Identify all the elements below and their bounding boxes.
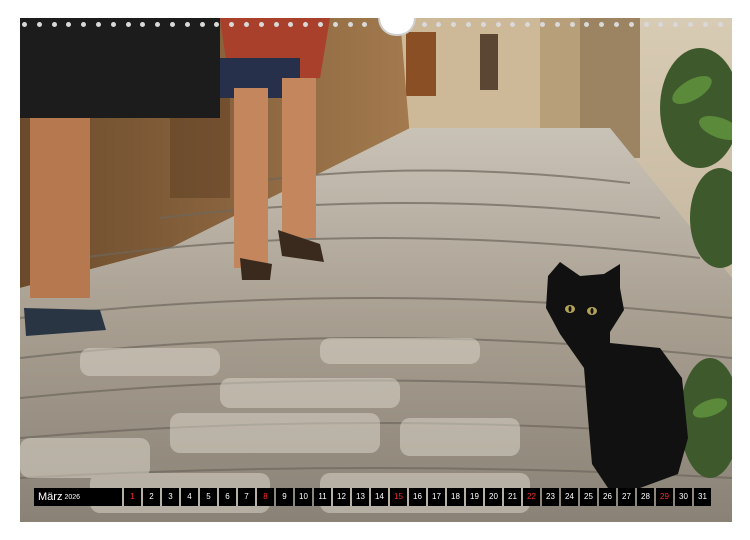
binding-hole <box>702 22 708 27</box>
binding-hole <box>244 22 249 27</box>
binding-hole <box>214 22 220 27</box>
hanger-hook <box>378 18 416 36</box>
month-name: März <box>38 491 63 503</box>
binding-hole <box>525 22 531 27</box>
day-cell: 11 <box>314 488 331 506</box>
binding-hole <box>51 22 57 27</box>
day-cell: 5 <box>200 488 217 506</box>
binding-hole <box>36 22 42 27</box>
binding-hole <box>362 22 368 27</box>
day-cell: 4 <box>181 488 198 506</box>
calendar-bar: März 2026 1 2 3 4 5 6 7 8 9 10 11 12 13 14 15 16 17 18 19 20… <box>34 488 711 506</box>
day-cell: 14 <box>371 488 388 506</box>
day-cell: 24 <box>561 488 578 506</box>
binding-hole <box>140 22 146 27</box>
binding-hole <box>155 22 161 27</box>
day-cell: 9 <box>276 488 293 506</box>
day-cell: 10 <box>295 488 312 506</box>
binding-hole <box>184 22 190 27</box>
binding-hole <box>110 22 116 27</box>
binding-hole <box>303 22 309 27</box>
binding-hole <box>628 22 634 27</box>
binding-hole <box>318 22 323 27</box>
binding-hole <box>614 22 619 27</box>
calendar-page: März 2026 1 2 3 4 5 6 7 8 9 10 11 12 13 14 15 16 17 18 19 20… <box>0 0 750 540</box>
day-cell: 16 <box>409 488 426 506</box>
binding-hole <box>229 22 235 27</box>
binding-hole <box>273 22 279 27</box>
day-cell: 12 <box>333 488 350 506</box>
binding-hole <box>258 22 264 27</box>
binding-hole <box>170 22 175 27</box>
cobblestone-street-photo <box>20 18 732 522</box>
binding-hole <box>584 22 590 27</box>
binding-hole <box>673 22 679 27</box>
binding-hole <box>288 22 294 27</box>
binding-hole <box>569 22 575 27</box>
day-cell: 26 <box>599 488 616 506</box>
day-cell: 20 <box>485 488 502 506</box>
binding-hole <box>495 22 501 27</box>
day-cell: 7 <box>238 488 255 506</box>
day-cell: 25 <box>580 488 597 506</box>
day-cell: 13 <box>352 488 369 506</box>
day-cell: 30 <box>675 488 692 506</box>
binding-hole <box>66 22 72 27</box>
spiral-binding <box>20 18 732 36</box>
binding-hole <box>717 22 723 27</box>
day-cell: 2 <box>143 488 160 506</box>
binding-hole <box>643 22 649 27</box>
binding-hole <box>332 22 338 27</box>
day-cell: 1 <box>124 488 141 506</box>
binding-hole <box>22 22 27 27</box>
binding-hole <box>125 22 131 27</box>
binding-hole <box>199 22 205 27</box>
binding-hole <box>554 22 560 27</box>
day-cell: 21 <box>504 488 521 506</box>
day-cell: 28 <box>637 488 654 506</box>
binding-hole <box>480 22 486 27</box>
year-label: 2026 <box>64 494 81 501</box>
binding-hole <box>466 22 471 27</box>
day-cell: 17 <box>428 488 445 506</box>
binding-hole <box>96 22 101 27</box>
day-cell: 23 <box>542 488 559 506</box>
binding-hole <box>688 22 693 27</box>
binding-hole <box>347 22 353 27</box>
day-cell: 22 <box>523 488 540 506</box>
binding-hole <box>81 22 87 27</box>
day-cell: 19 <box>466 488 483 506</box>
binding-hole <box>658 22 664 27</box>
binding-hole <box>436 22 442 27</box>
binding-hole <box>421 22 427 27</box>
day-cell: 3 <box>162 488 179 506</box>
month-label: März 2026 <box>34 488 122 506</box>
day-cell: 31 <box>694 488 711 506</box>
day-cell: 18 <box>447 488 464 506</box>
day-cell: 15 <box>390 488 407 506</box>
binding-hole <box>451 22 457 27</box>
day-cell: 8 <box>257 488 274 506</box>
binding-hole <box>540 22 545 27</box>
binding-hole <box>510 22 516 27</box>
binding-hole <box>599 22 605 27</box>
day-cell: 6 <box>219 488 236 506</box>
day-cell: 27 <box>618 488 635 506</box>
day-cell: 29 <box>656 488 673 506</box>
photo-illustration <box>20 18 732 522</box>
